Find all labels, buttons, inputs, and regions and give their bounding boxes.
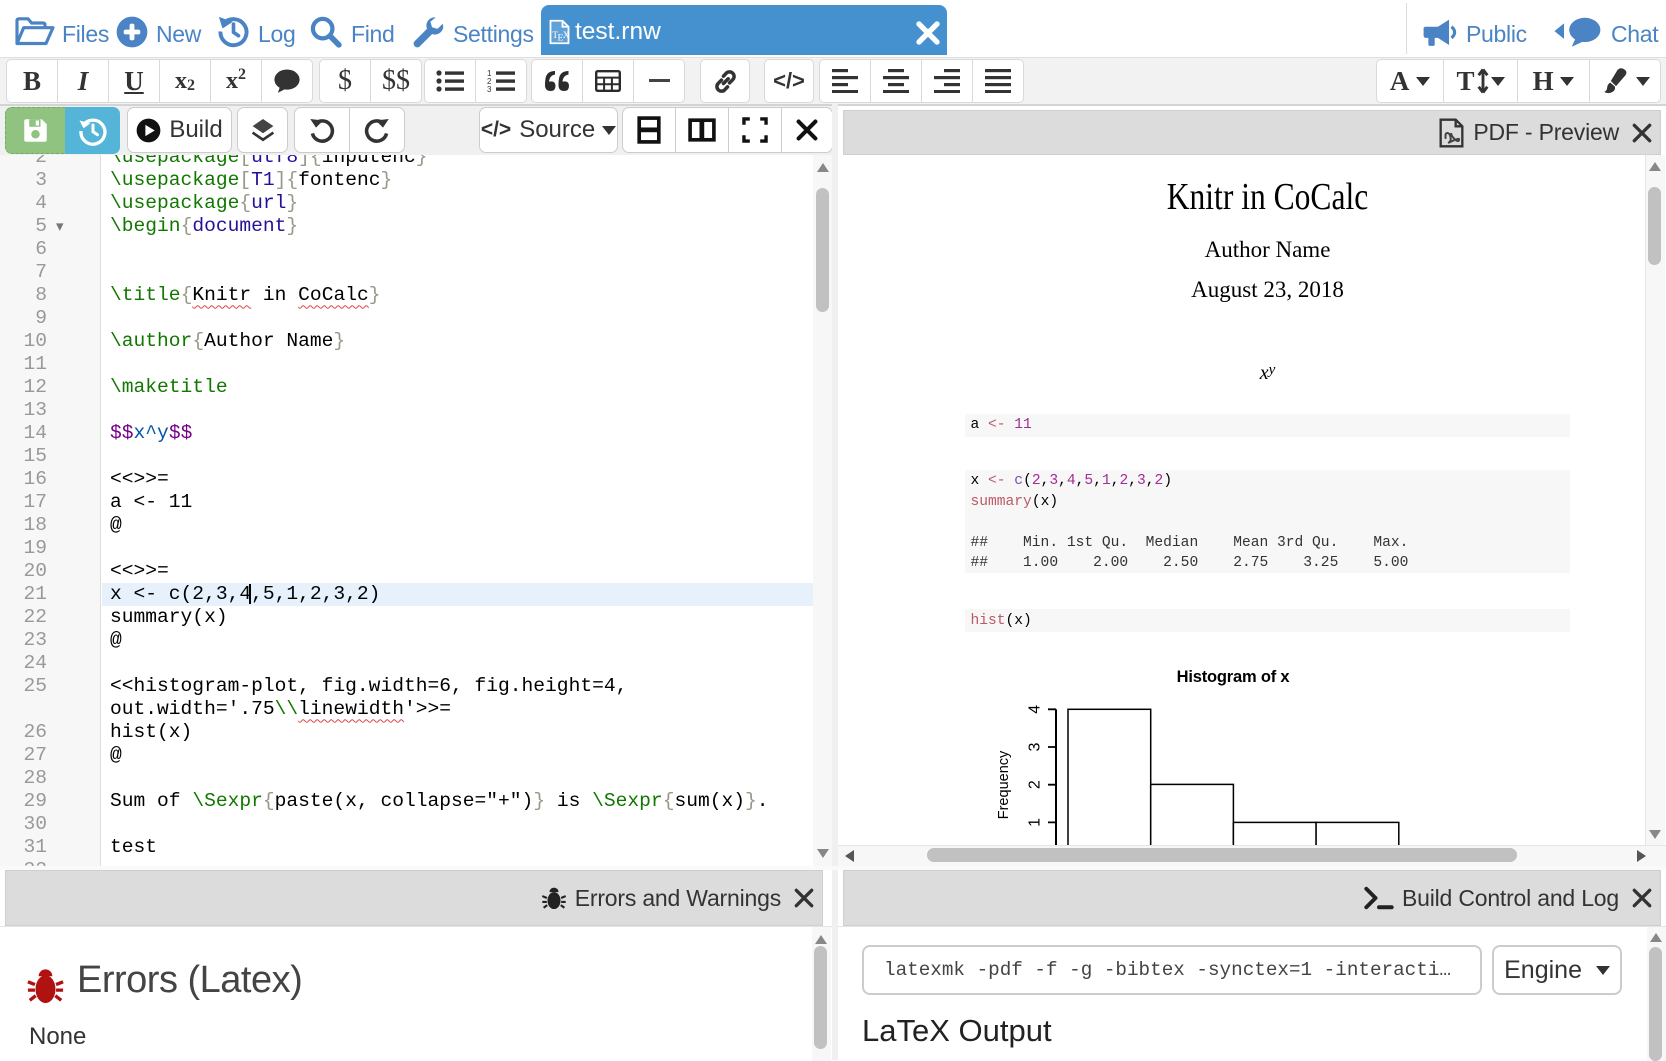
svg-text:1: 1: [1027, 818, 1044, 827]
svg-text:3: 3: [487, 85, 492, 93]
svg-text:4: 4: [1027, 705, 1044, 714]
svg-text:3: 3: [1027, 742, 1044, 751]
svg-text:Frequency: Frequency: [996, 750, 1012, 819]
svg-text:Histogram of x: Histogram of x: [1177, 668, 1291, 686]
svg-text:2: 2: [1027, 780, 1044, 789]
